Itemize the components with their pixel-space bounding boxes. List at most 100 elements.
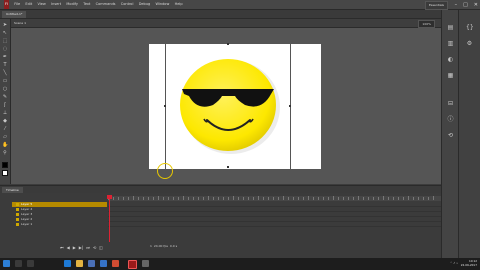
document-tab[interactable]: Untitled-1*: [2, 11, 27, 18]
play-icon[interactable]: ▶: [73, 245, 76, 250]
step-forward-icon[interactable]: ▶|: [79, 245, 83, 250]
first-frame-icon[interactable]: ⏮: [60, 245, 64, 250]
frame-row[interactable]: [108, 222, 441, 227]
chrome-icon[interactable]: [112, 260, 119, 267]
current-frame[interactable]: 1: [150, 244, 152, 248]
layer-icon: [16, 222, 19, 226]
zoom-icon[interactable]: ⚲: [2, 150, 8, 156]
bone-icon[interactable]: ⟂: [2, 110, 8, 116]
last-frame-icon[interactable]: ⏭: [86, 245, 90, 250]
animate-icon[interactable]: [128, 260, 137, 269]
oval-icon[interactable]: ○: [2, 86, 8, 92]
ruler-tick: [253, 197, 254, 200]
ruler-tick: [268, 197, 269, 200]
info-icon[interactable]: ⓘ: [447, 116, 454, 123]
paint-bucket-icon[interactable]: ◆: [2, 118, 8, 124]
menu-modify[interactable]: Modify: [66, 0, 78, 9]
ruler-tick: [123, 197, 124, 200]
task-view-icon[interactable]: [27, 260, 34, 267]
clock[interactable]: 10:12 22-06-2017: [461, 259, 477, 267]
layer-icon: [16, 217, 19, 221]
start-icon[interactable]: [3, 260, 10, 267]
brush-icon[interactable]: ʃ: [2, 102, 8, 108]
transform-handle[interactable]: [289, 105, 291, 107]
layer-icon: [16, 212, 19, 216]
hand-icon[interactable]: ✋: [2, 142, 8, 148]
cursor-highlight: [157, 163, 173, 179]
eraser-icon[interactable]: ▱: [2, 134, 8, 140]
ruler-tick: [348, 197, 349, 200]
ruler-tick: [328, 197, 329, 200]
ruler-tick: [168, 197, 169, 200]
loop-icon[interactable]: ⟲: [93, 245, 96, 250]
menu-edit[interactable]: Edit: [25, 0, 32, 9]
zoom-select[interactable]: 100%: [418, 20, 435, 28]
color-icon[interactable]: ◐: [447, 56, 454, 63]
edge-icon[interactable]: [64, 260, 71, 267]
menu-window[interactable]: Window: [156, 0, 170, 9]
transform-icon[interactable]: ⟲: [447, 132, 454, 139]
subselect-icon[interactable]: ↖: [2, 30, 8, 36]
eyedropper-icon[interactable]: ⁄: [2, 126, 8, 132]
ruler-tick: [198, 197, 199, 200]
code-snippets-icon[interactable]: {}: [466, 24, 474, 31]
library-icon[interactable]: ▥: [447, 40, 454, 47]
collapsed-panel-dock: ▤ ▥ ◐ ▦ ⊟ ⓘ ⟲: [441, 10, 459, 258]
layer-list: Layer 5 Layer 4 Layer 3 Layer 2 Layer 1: [12, 200, 107, 240]
fill-color-icon[interactable]: [2, 170, 8, 176]
menu-commands[interactable]: Commands: [96, 0, 116, 9]
ruler-tick: [203, 197, 204, 200]
layer-row[interactable]: Layer 1: [12, 222, 107, 227]
pencil-icon[interactable]: ✎: [2, 94, 8, 100]
stroke-color-icon[interactable]: [2, 162, 8, 168]
minimize-button[interactable]: –: [455, 2, 458, 8]
arrow-icon[interactable]: ➤: [2, 22, 8, 28]
search-icon[interactable]: [15, 260, 22, 267]
maximize-button[interactable]: □: [463, 2, 468, 8]
workspace-switcher[interactable]: Essentials: [424, 1, 448, 10]
selection-bounding-box[interactable]: [164, 43, 291, 169]
menu-text[interactable]: Text: [83, 0, 90, 9]
close-button[interactable]: ✕: [474, 2, 478, 8]
transform-handle[interactable]: [227, 166, 229, 168]
frame-ruler[interactable]: [108, 196, 441, 201]
ruler-tick: [358, 196, 359, 200]
rectangle-icon[interactable]: ▭: [2, 78, 8, 84]
components-icon[interactable]: ⚙: [466, 40, 473, 47]
menu-control[interactable]: Control: [121, 0, 134, 9]
menu-view[interactable]: View: [37, 0, 45, 9]
align-icon[interactable]: ⊟: [447, 100, 454, 107]
menu-insert[interactable]: Insert: [51, 0, 61, 9]
frame-rate[interactable]: 24.00 fps: [154, 244, 168, 248]
free-transform-icon[interactable]: ⬚: [2, 38, 8, 44]
ruler-tick: [143, 197, 144, 200]
explorer-icon[interactable]: [76, 260, 83, 267]
step-back-icon[interactable]: ◀: [67, 245, 70, 250]
transform-handle[interactable]: [164, 105, 166, 107]
system-tray[interactable]: ⌃ ♪ ⌁: [450, 261, 458, 265]
transform-handle[interactable]: [227, 43, 229, 45]
swatches-icon[interactable]: ▦: [447, 72, 454, 79]
pen-icon[interactable]: ✒: [2, 54, 8, 60]
mail-icon[interactable]: [100, 260, 107, 267]
ruler-tick: [318, 197, 319, 200]
ruler-tick: [118, 197, 119, 200]
ruler-tick: [238, 197, 239, 200]
line-icon[interactable]: ╲: [2, 70, 8, 76]
menu-file[interactable]: File: [14, 0, 20, 9]
store-icon[interactable]: [88, 260, 95, 267]
menu-debug[interactable]: Debug: [139, 0, 151, 9]
text-icon[interactable]: T: [2, 62, 8, 68]
menu-help[interactable]: Help: [175, 0, 183, 9]
menu-bar: Fl File Edit View Insert Modify Text Com…: [0, 0, 480, 10]
ruler-tick: [368, 197, 369, 200]
media-icon[interactable]: [142, 260, 149, 267]
onion-skin-icon[interactable]: ◫: [99, 245, 103, 250]
properties-icon[interactable]: ▤: [447, 24, 454, 31]
ruler-tick: [408, 196, 409, 200]
lasso-icon[interactable]: ◌: [2, 46, 8, 52]
scene-breadcrumb[interactable]: Scene 1: [14, 19, 26, 27]
ruler-tick: [338, 197, 339, 200]
layer-name: Layer 5: [21, 202, 33, 206]
layer-icon: [16, 207, 19, 211]
